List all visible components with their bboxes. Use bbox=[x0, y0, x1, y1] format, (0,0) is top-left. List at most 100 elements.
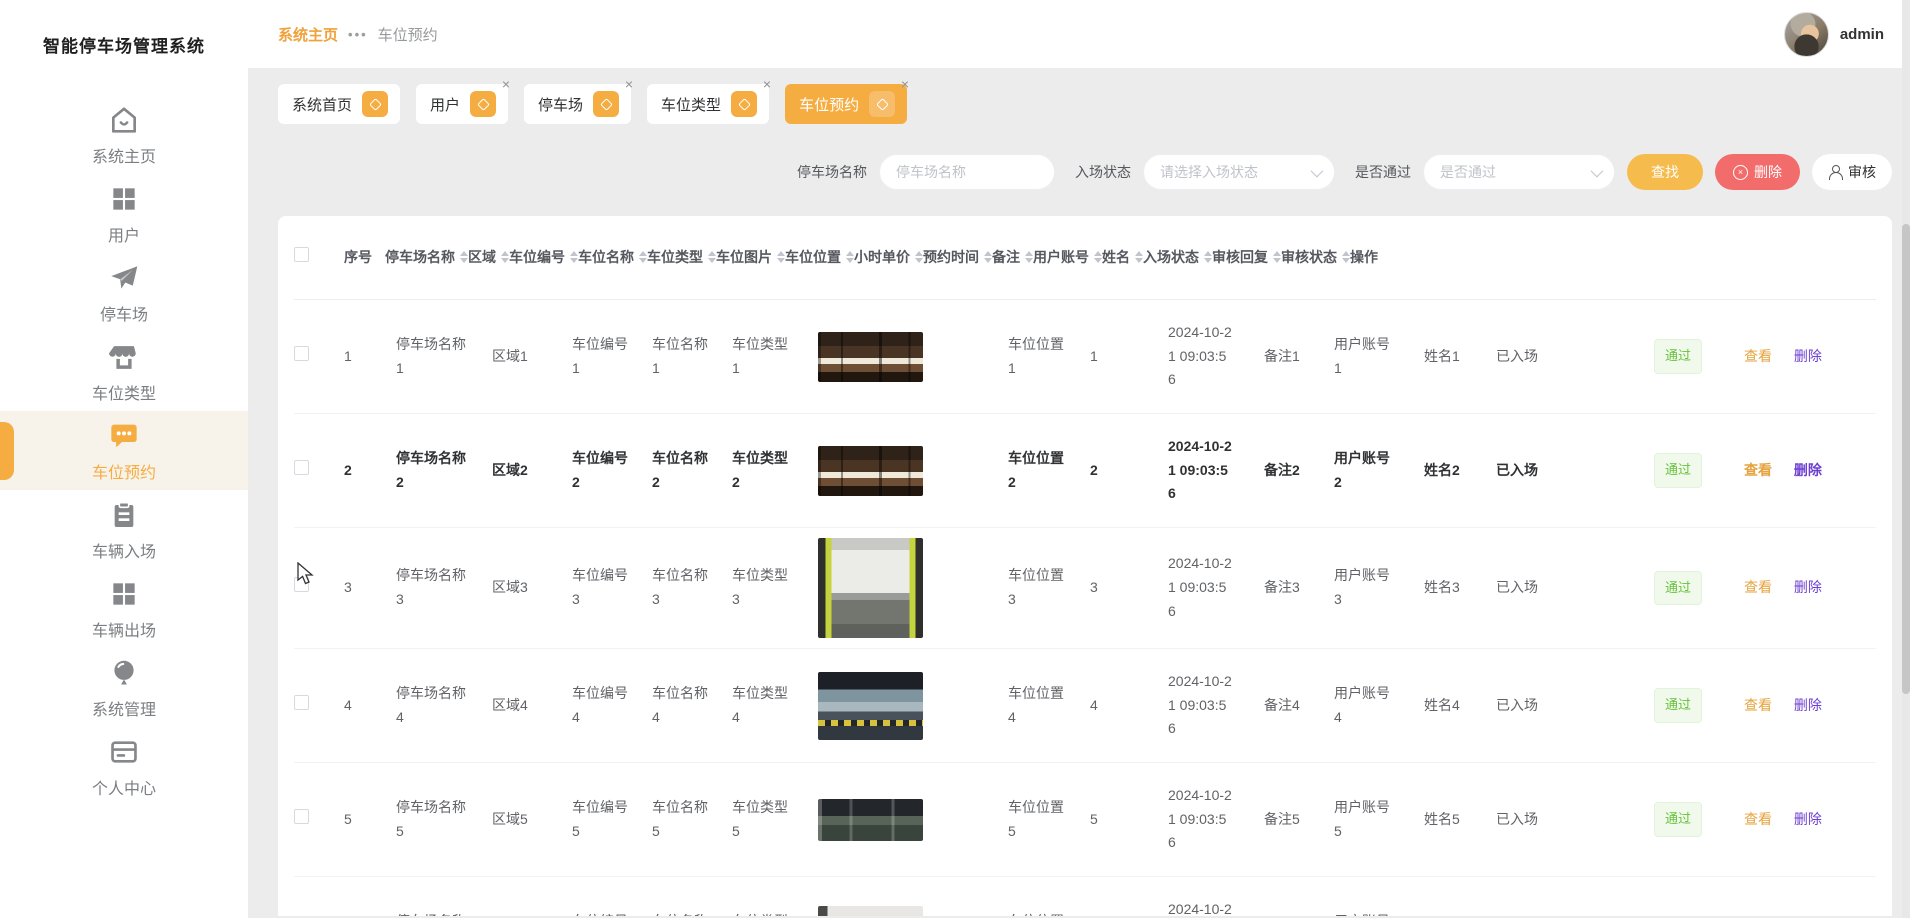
delete-link[interactable]: 删除 bbox=[1794, 579, 1822, 595]
tab-chip[interactable]: 车位类型 × bbox=[647, 84, 769, 124]
sort-icon[interactable] bbox=[570, 251, 578, 263]
search-button[interactable]: 查找 bbox=[1627, 154, 1703, 190]
row-checkbox[interactable] bbox=[294, 809, 309, 824]
delete-link[interactable]: 删除 bbox=[1794, 348, 1822, 364]
row-select-cell bbox=[294, 808, 344, 832]
sort-icon[interactable] bbox=[846, 251, 854, 263]
column-header[interactable]: 备注 bbox=[992, 246, 1033, 268]
tab-chip[interactable]: 停车场 × bbox=[524, 84, 631, 124]
row-checkbox[interactable] bbox=[294, 346, 309, 361]
tab-chip[interactable]: 系统首页 × bbox=[278, 84, 400, 124]
table-row[interactable]: 6 停车场名称6 区域6 车位编号6 车位名称6 车位类型6 车位位置6 6 2… bbox=[294, 877, 1876, 916]
chevron-down-icon bbox=[1591, 164, 1604, 177]
column-header[interactable]: 区域 bbox=[468, 246, 509, 268]
sort-icon[interactable] bbox=[777, 251, 785, 263]
sort-icon[interactable] bbox=[1273, 251, 1281, 263]
column-header[interactable]: 停车场名称 bbox=[385, 246, 468, 268]
column-header[interactable]: 车位图片 bbox=[716, 246, 785, 268]
tab-close-icon[interactable]: × bbox=[502, 77, 510, 91]
pass-badge: 通过 bbox=[1654, 571, 1702, 605]
remark-cell: 备注3 bbox=[1264, 576, 1334, 600]
parking-spot-photo[interactable] bbox=[818, 799, 923, 841]
column-header[interactable]: 车位名称 bbox=[578, 246, 647, 268]
column-header[interactable]: 入场状态 bbox=[1143, 246, 1212, 268]
column-header[interactable]: 车位类型 bbox=[647, 246, 716, 268]
column-header[interactable]: 车位位置 bbox=[785, 246, 854, 268]
delete-link[interactable]: 删除 bbox=[1794, 697, 1822, 713]
sidebar-item[interactable]: 车辆入场 bbox=[0, 490, 248, 569]
paper-plane-icon bbox=[108, 262, 140, 294]
row-checkbox[interactable] bbox=[294, 695, 309, 710]
sort-icon[interactable] bbox=[1094, 251, 1102, 263]
delete-link[interactable]: 删除 bbox=[1794, 462, 1822, 478]
column-header-label: 审核状态 bbox=[1281, 246, 1337, 268]
table-row[interactable]: 3 停车场名称3 区域3 车位编号3 车位名称3 车位类型3 车位位置3 3 2… bbox=[294, 528, 1876, 649]
parking-spot-photo[interactable] bbox=[818, 446, 923, 496]
tab-close-icon[interactable]: × bbox=[763, 77, 771, 91]
user-menu[interactable]: admin bbox=[1784, 12, 1884, 57]
sidebar-item-label: 车辆入场 bbox=[92, 538, 156, 562]
sort-icon[interactable] bbox=[915, 251, 923, 263]
entry-status-cell: 已入场 bbox=[1496, 345, 1576, 369]
view-link[interactable]: 查看 bbox=[1744, 811, 1772, 827]
row-checkbox[interactable] bbox=[294, 460, 309, 475]
sidebar-item[interactable]: 个人中心 bbox=[0, 727, 248, 806]
parking-spot-photo[interactable] bbox=[818, 906, 923, 916]
vertical-scrollbar[interactable] bbox=[1902, 0, 1910, 918]
column-header[interactable]: 审核回复 bbox=[1212, 246, 1281, 268]
view-link[interactable]: 查看 bbox=[1744, 348, 1772, 364]
column-header[interactable]: 车位编号 bbox=[509, 246, 578, 268]
parking-spot-photo[interactable] bbox=[818, 332, 923, 382]
sidebar-item-label: 系统管理 bbox=[92, 696, 156, 720]
sidebar-item[interactable]: 系统主页 bbox=[0, 95, 248, 174]
entry-status-select[interactable]: 请选择入场状态 bbox=[1143, 154, 1335, 190]
column-header[interactable]: 审核状态 bbox=[1281, 246, 1350, 268]
tab-badge-icon bbox=[362, 91, 388, 117]
delete-link[interactable]: 删除 bbox=[1794, 811, 1822, 827]
sort-icon[interactable] bbox=[1204, 251, 1212, 263]
parking-spot-photo[interactable] bbox=[818, 672, 923, 740]
column-header[interactable]: 姓名 bbox=[1102, 246, 1143, 268]
view-link[interactable]: 查看 bbox=[1744, 697, 1772, 713]
sort-icon[interactable] bbox=[1025, 251, 1033, 263]
breadcrumb-home[interactable]: 系统主页 bbox=[278, 24, 338, 45]
column-header[interactable]: 用户账号 bbox=[1033, 246, 1102, 268]
column-header[interactable]: 操作 bbox=[1350, 246, 1391, 268]
parking-name-input[interactable] bbox=[879, 154, 1055, 190]
delete-button[interactable]: ×删除 bbox=[1715, 154, 1800, 190]
view-link[interactable]: 查看 bbox=[1744, 462, 1772, 478]
parking-spot-photo[interactable] bbox=[818, 538, 923, 638]
audit-button[interactable]: 审核 bbox=[1812, 154, 1892, 190]
scrollbar-thumb[interactable] bbox=[1902, 224, 1910, 694]
column-header[interactable]: 预约时间 bbox=[923, 246, 992, 268]
sort-icon[interactable] bbox=[460, 251, 468, 263]
sidebar-item[interactable]: 车位预约 bbox=[0, 411, 248, 490]
sort-icon[interactable] bbox=[708, 251, 716, 263]
sort-icon[interactable] bbox=[1342, 251, 1350, 263]
column-header[interactable]: 小时单价 bbox=[854, 246, 923, 268]
tab-close-icon[interactable]: × bbox=[901, 77, 909, 91]
pass-select[interactable]: 是否通过 bbox=[1423, 154, 1615, 190]
table-row[interactable]: 2 停车场名称2 区域2 车位编号2 车位名称2 车位类型2 车位位置2 2 2… bbox=[294, 414, 1876, 528]
table-row[interactable]: 1 停车场名称1 区域1 车位编号1 车位名称1 车位类型1 车位位置1 1 2… bbox=[294, 300, 1876, 414]
table-header-row: 序号 停车场名称 区域 车位编号 车位名称 bbox=[294, 216, 1876, 300]
user-avatar[interactable] bbox=[1784, 12, 1829, 57]
column-header[interactable]: 序号 bbox=[344, 246, 385, 268]
tab-chip[interactable]: 车位预约 × bbox=[785, 84, 907, 124]
view-link[interactable]: 查看 bbox=[1744, 579, 1772, 595]
sort-icon[interactable] bbox=[501, 251, 509, 263]
sidebar-item[interactable]: 停车场 bbox=[0, 253, 248, 332]
sidebar-item[interactable]: 车位类型 bbox=[0, 332, 248, 411]
tab-close-icon[interactable]: × bbox=[625, 77, 633, 91]
sidebar-item[interactable]: 系统管理 bbox=[0, 648, 248, 727]
table-row[interactable]: 5 停车场名称5 区域5 车位编号5 车位名称5 车位类型5 车位位置5 5 2… bbox=[294, 763, 1876, 877]
tab-chip[interactable]: 用户 × bbox=[416, 84, 508, 124]
sort-icon[interactable] bbox=[984, 251, 992, 263]
sort-icon[interactable] bbox=[1135, 251, 1143, 263]
sort-icon[interactable] bbox=[639, 251, 647, 263]
table-row[interactable]: 4 停车场名称4 区域4 车位编号4 车位名称4 车位类型4 车位位置4 4 2… bbox=[294, 649, 1876, 763]
row-checkbox[interactable] bbox=[294, 577, 309, 592]
sidebar-item[interactable]: 用户 bbox=[0, 174, 248, 253]
sidebar-item[interactable]: 车辆出场 bbox=[0, 569, 248, 648]
select-all-checkbox[interactable] bbox=[294, 247, 309, 262]
